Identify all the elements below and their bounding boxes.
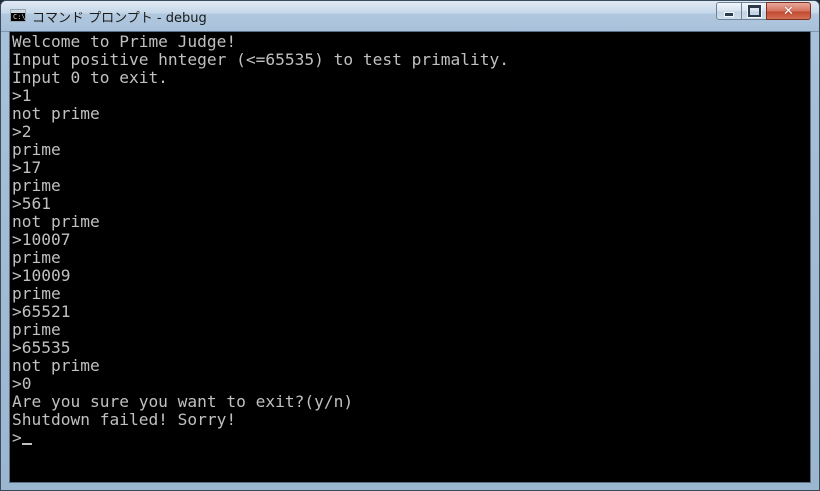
- minimize-icon: [724, 11, 734, 17]
- console-line: prime: [12, 284, 61, 303]
- console-line: not prime: [12, 212, 100, 231]
- console-line: Shutdown failed! Sorry!: [12, 410, 237, 429]
- maximize-button[interactable]: [741, 2, 767, 20]
- console-line: >65535: [12, 338, 71, 357]
- text-cursor: [21, 443, 32, 445]
- maximize-icon: [747, 5, 761, 17]
- window-title: コマンド プロンプト - debug: [32, 11, 207, 26]
- console-icon[interactable]: C:\: [10, 9, 26, 22]
- console-line: prime: [12, 176, 61, 195]
- console-line: prime: [12, 320, 61, 339]
- console-line: not prime: [12, 356, 100, 375]
- console-output-area[interactable]: Welcome to Prime Judge! Input positive hn…: [9, 31, 811, 483]
- console-line: >0: [12, 374, 32, 393]
- console-line: >17: [12, 158, 42, 177]
- console-text: Welcome to Prime Judge! Input positive hn…: [12, 33, 509, 447]
- console-icon-label: C:\: [13, 13, 26, 21]
- console-line: Are you sure you want to exit?(y/n): [12, 392, 354, 411]
- console-line: Input 0 to exit.: [12, 68, 168, 87]
- console-line: >10009: [12, 266, 71, 285]
- console-line: Welcome to Prime Judge!: [12, 32, 237, 51]
- close-icon: ✕: [783, 3, 794, 19]
- console-line: prime: [12, 248, 61, 267]
- console-line: >2: [12, 122, 32, 141]
- minimize-button[interactable]: [716, 2, 742, 20]
- console-line: >10007: [12, 230, 71, 249]
- console-line: prime: [12, 140, 61, 159]
- title-bar[interactable]: C:\ コマンド プロンプト - debug ✕: [1, 1, 819, 32]
- console-line: >561: [12, 194, 51, 213]
- console-line: Input positive hnteger (<=65535) to test…: [12, 50, 510, 69]
- close-button[interactable]: ✕: [766, 2, 811, 20]
- console-line: not prime: [12, 104, 100, 123]
- console-line: >65521: [12, 302, 71, 321]
- console-line: >1: [12, 86, 32, 105]
- console-window: C:\ コマンド プロンプト - debug ✕ Welcome to Prim…: [0, 0, 820, 491]
- console-line: >: [12, 429, 509, 447]
